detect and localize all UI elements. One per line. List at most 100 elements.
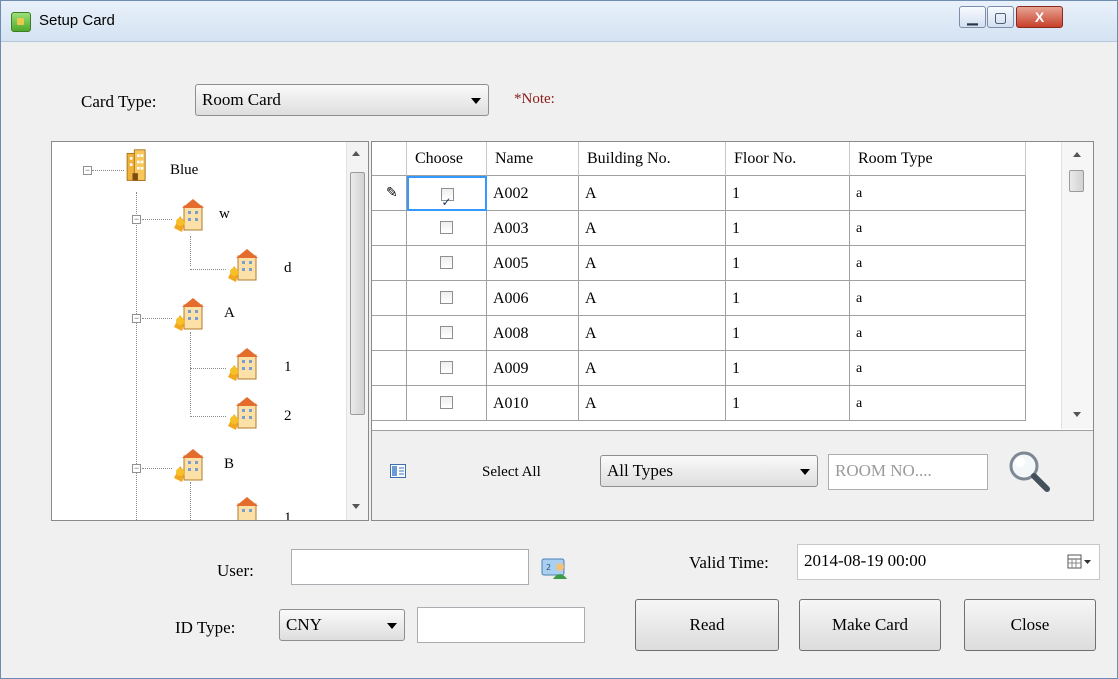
choose-cell[interactable] [407, 281, 487, 316]
building-tree[interactable]: − − − − Blue w d A 1 2 B 1 [51, 141, 369, 521]
building-cell[interactable]: A [579, 316, 726, 351]
room-type-cell[interactable]: a [850, 176, 1026, 211]
grid-scrollbar[interactable] [1061, 142, 1093, 429]
row-checkbox[interactable] [440, 325, 453, 339]
row-header[interactable] [372, 386, 407, 421]
column-header-floor[interactable]: Floor No. [726, 142, 850, 176]
tree-connector [142, 318, 172, 319]
choose-cell[interactable] [407, 316, 487, 351]
row-checkbox[interactable] [440, 290, 453, 304]
user-card-icon[interactable]: 2 [541, 554, 569, 580]
floor-cell[interactable]: 1 [726, 351, 850, 386]
floor-cell[interactable]: 1 [726, 281, 850, 316]
name-cell[interactable]: A009 [487, 351, 579, 386]
scroll-down-icon[interactable] [1073, 412, 1081, 417]
building-cell[interactable]: A [579, 281, 726, 316]
room-type-cell[interactable]: a [850, 351, 1026, 386]
id-number-input[interactable] [417, 607, 585, 643]
floor-cell[interactable]: 1 [726, 246, 850, 281]
tree-connector [190, 416, 226, 417]
row-header[interactable] [372, 316, 407, 351]
row-header[interactable] [372, 211, 407, 246]
room-number-search-input[interactable]: ROOM NO.... [828, 454, 988, 490]
search-icon[interactable] [1006, 448, 1052, 494]
column-chooser-icon[interactable] [390, 464, 406, 478]
valid-time-picker[interactable]: 2014-08-19 00:00 [797, 544, 1100, 580]
room-type-cell[interactable]: a [850, 316, 1026, 351]
scroll-up-icon[interactable] [352, 151, 360, 156]
tree-node-label: Blue [170, 162, 199, 178]
id-type-label: ID Type: [175, 618, 236, 637]
column-header-choose[interactable]: Choose [407, 142, 487, 176]
row-header[interactable] [372, 281, 407, 316]
building-icon [126, 149, 146, 181]
id-type-dropdown[interactable]: CNY [279, 609, 405, 641]
name-cell[interactable]: A005 [487, 246, 579, 281]
row-checkbox[interactable] [440, 395, 453, 409]
name-cell[interactable]: A008 [487, 316, 579, 351]
read-button[interactable]: Read [635, 599, 779, 651]
dialog-body: Card Type: Room Card *Note: − − − − Blue… [9, 42, 1113, 672]
building-cell[interactable]: A [579, 211, 726, 246]
row-header[interactable] [372, 351, 407, 386]
name-cell[interactable]: A003 [487, 211, 579, 246]
row-header[interactable]: ✎ [372, 176, 407, 211]
edit-pencil-icon: ✎ [386, 185, 398, 201]
floor-cell[interactable]: 1 [726, 316, 850, 351]
name-cell[interactable]: A006 [487, 281, 579, 316]
floor-cell[interactable]: 1 [726, 386, 850, 421]
row-checkbox[interactable] [440, 220, 453, 234]
room-type-cell[interactable]: a [850, 211, 1026, 246]
user-label: User: [217, 561, 254, 580]
collapse-toggle[interactable]: − [132, 314, 141, 323]
name-cell[interactable]: A002 [487, 176, 579, 211]
choose-cell[interactable] [407, 351, 487, 386]
floor-cell[interactable]: 1 [726, 211, 850, 246]
card-type-dropdown[interactable]: Room Card [195, 84, 489, 116]
choose-cell[interactable] [407, 246, 487, 281]
building-cell[interactable]: A [579, 246, 726, 281]
scroll-down-icon[interactable] [352, 504, 360, 509]
user-input[interactable] [291, 549, 529, 585]
calendar-icon[interactable] [1067, 554, 1093, 570]
room-table[interactable]: Choose Name Building No. Floor No. Room … [372, 142, 1093, 431]
close-button[interactable]: Close [964, 599, 1096, 651]
room-type-filter-dropdown[interactable]: All Types [600, 455, 818, 487]
room-type-cell[interactable]: a [850, 246, 1026, 281]
close-window-button[interactable]: X [1016, 6, 1063, 28]
chevron-down-icon [471, 98, 481, 104]
title-bar[interactable]: Setup Card ▁ ▢ X [1, 1, 1117, 42]
floor-cell[interactable]: 1 [726, 176, 850, 211]
scroll-thumb[interactable] [1069, 170, 1084, 192]
name-cell[interactable]: A010 [487, 386, 579, 421]
building-cell[interactable]: A [579, 386, 726, 421]
collapse-toggle[interactable]: − [132, 215, 141, 224]
minimize-button[interactable]: ▁ [959, 6, 986, 28]
choose-cell[interactable] [407, 211, 487, 246]
make-card-button[interactable]: Make Card [799, 599, 941, 651]
collapse-toggle[interactable]: − [132, 464, 141, 473]
row-checkbox[interactable] [440, 255, 453, 269]
scroll-thumb[interactable] [350, 172, 365, 415]
column-header-room-type[interactable]: Room Type [850, 142, 1026, 176]
column-header-building[interactable]: Building No. [579, 142, 726, 176]
row-checkbox[interactable] [440, 360, 453, 374]
building-cell[interactable]: A [579, 351, 726, 386]
room-type-cell[interactable]: a [850, 281, 1026, 316]
building-cell[interactable]: A [579, 176, 726, 211]
building-icon [174, 199, 204, 232]
row-checkbox[interactable] [440, 185, 454, 220]
tree-scrollbar[interactable] [346, 142, 368, 520]
scroll-up-icon[interactable] [1073, 152, 1081, 157]
choose-cell[interactable] [407, 176, 487, 220]
select-all-link[interactable]: Select All [482, 464, 541, 481]
row-header[interactable] [372, 246, 407, 281]
collapse-toggle[interactable]: − [83, 166, 92, 175]
building-icon [228, 249, 258, 282]
column-header-name[interactable]: Name [487, 142, 579, 176]
choose-cell[interactable] [407, 386, 487, 421]
valid-time-label: Valid Time: [689, 553, 769, 572]
maximize-button[interactable]: ▢ [987, 6, 1014, 28]
tree-connector [190, 236, 191, 266]
room-type-cell[interactable]: a [850, 386, 1026, 421]
